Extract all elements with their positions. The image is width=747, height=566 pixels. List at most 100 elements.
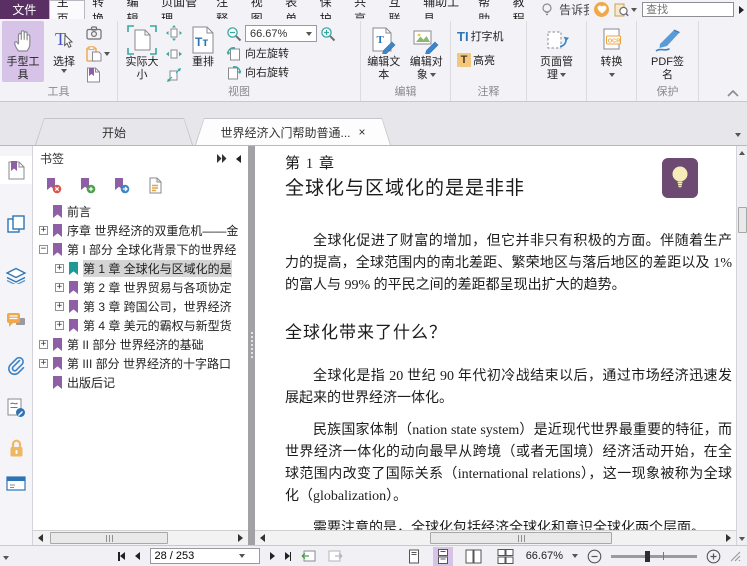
rotate-right-button[interactable]: 向右旋转 [226, 64, 336, 80]
expander-icon[interactable]: + [39, 359, 48, 368]
bookmark-item-part2[interactable]: + 第 II 部分 世界经济的基础 [39, 335, 248, 354]
expand-panel-icon[interactable] [216, 154, 228, 163]
next-view-icon[interactable] [327, 549, 343, 563]
expander-icon[interactable]: + [39, 340, 48, 349]
menu-tab-convert[interactable]: 转换 [85, 0, 120, 26]
layout-single-page-button[interactable] [404, 547, 424, 566]
bookmark-item-chapter3[interactable]: + 第 3 章 跨国公司，世界经济 [55, 297, 248, 316]
delete-bookmark-icon[interactable] [45, 177, 62, 194]
tab-document[interactable]: 世界经济入门帮助普通... × [195, 118, 391, 145]
expander-icon[interactable]: + [55, 283, 64, 292]
panel-destinations-button[interactable] [0, 472, 32, 496]
fit-width-button[interactable] [166, 45, 182, 63]
page-management-button[interactable]: 页面管理 [531, 21, 583, 82]
scroll-up-icon[interactable] [737, 146, 747, 159]
select-tool-button[interactable]: T 选择 [44, 21, 84, 73]
statusbar-zoom-value[interactable]: 66.67% [526, 550, 563, 562]
scroll-left-icon[interactable] [33, 531, 48, 545]
first-page-button[interactable] [118, 550, 125, 562]
last-page-button[interactable] [284, 550, 291, 562]
bookmark-item-chapter1[interactable]: + 第 1 章 全球化与区域化的是 [55, 259, 248, 278]
expander-icon[interactable]: − [39, 245, 48, 254]
typewriter-button[interactable]: TI 打字机 [457, 27, 504, 45]
document-vscrollbar[interactable] [736, 146, 747, 545]
menubar-overflow-icon[interactable] [739, 5, 745, 14]
bookmarks-hscrollbar[interactable] [33, 530, 248, 545]
tell-me-label[interactable]: 告诉我 [559, 1, 589, 18]
fit-visible-button[interactable] [166, 66, 182, 84]
pdf-sign-button[interactable]: PDF签名 [644, 21, 692, 82]
expand-bookmarks-icon[interactable] [147, 177, 163, 194]
panel-attachments-button[interactable] [0, 352, 32, 380]
collapse-panel-icon[interactable] [236, 154, 241, 163]
find-input[interactable] [642, 2, 735, 17]
panel-splitter[interactable] [248, 146, 255, 545]
menu-tab-connect[interactable]: 互联 [382, 0, 417, 26]
expander-icon[interactable]: + [55, 264, 64, 273]
hand-tool-button[interactable]: 手型工具 [2, 21, 44, 82]
panel-security-button[interactable] [0, 434, 32, 462]
menu-tab-tutorial[interactable]: 教程 [506, 0, 541, 26]
clipboard-button[interactable] [86, 45, 110, 63]
bookmark-item-chapter2[interactable]: + 第 2 章 世界贸易与各项协定 [55, 278, 248, 297]
panel-bookmarks-button[interactable] [0, 156, 32, 184]
tab-close-icon[interactable]: × [359, 126, 366, 138]
document-hscrollbar[interactable] [255, 530, 736, 545]
pdf-page[interactable]: 第 1 章 全球化与区域化的是是非非 全球化促进了财富的增加，但它并非只有积极的… [255, 146, 736, 530]
menu-tab-accessibility[interactable]: 辅助工具 [416, 0, 471, 26]
bookmark-page-button[interactable] [86, 66, 110, 84]
highlight-button[interactable]: T 高亮 [457, 51, 495, 69]
page-number-input[interactable] [150, 550, 239, 562]
caret-down-icon[interactable] [572, 554, 578, 558]
scrollbar-thumb[interactable] [50, 532, 168, 544]
bookmark-item-prologue[interactable]: + 序章 世界经济的双重危机——金 [39, 221, 248, 240]
expander-icon[interactable]: + [55, 302, 64, 311]
bookmark-item-part3[interactable]: + 第 III 部分 世界经济的十字路口 [39, 354, 248, 373]
zoom-in-button[interactable] [706, 549, 721, 564]
menu-tab-home[interactable]: 主页 [48, 0, 86, 26]
next-page-button[interactable] [269, 550, 275, 562]
tab-list-caret-icon[interactable] [735, 133, 741, 137]
scroll-right-icon[interactable] [721, 531, 736, 545]
tab-start[interactable]: 开始 [35, 118, 193, 145]
resize-grip-icon[interactable] [730, 551, 741, 562]
expander-icon[interactable]: + [39, 226, 48, 235]
bookmark-item-chapter4[interactable]: + 第 4 章 美元的霸权与新型货 [55, 316, 248, 335]
panel-layers-button[interactable] [0, 262, 32, 288]
zoom-out-icon[interactable] [226, 26, 242, 42]
edit-text-button[interactable]: T 编辑文本 [363, 21, 405, 82]
prev-page-button[interactable] [134, 550, 140, 562]
expander-icon[interactable]: + [55, 321, 64, 330]
page-number-box[interactable] [149, 548, 260, 564]
menu-tab-share[interactable]: 共享 [347, 0, 382, 26]
add-bookmark-icon[interactable] [79, 177, 96, 194]
zoom-level-combobox[interactable]: 66.67% [245, 25, 317, 42]
previous-view-icon[interactable] [301, 549, 317, 563]
tell-me-lightbulb-icon[interactable] [540, 2, 554, 17]
menu-tab-organize[interactable]: 页面管理 [154, 0, 209, 26]
bookmark-item-postscript[interactable]: 出版后记 [39, 373, 248, 392]
zoom-out-button[interactable] [587, 549, 602, 564]
menu-tab-help[interactable]: 帮助 [471, 0, 506, 26]
bookmark-item-part1[interactable]: − 第 I 部分 全球化背景下的世界经 [39, 240, 248, 259]
panel-signatures-button[interactable] [0, 394, 32, 422]
menu-tab-view[interactable]: 视图 [244, 0, 279, 26]
scroll-left-icon[interactable] [255, 531, 270, 545]
convert-button[interactable]: OCR 转换 [590, 21, 634, 82]
goto-bookmark-icon[interactable] [113, 177, 130, 194]
zoom-slider[interactable] [611, 550, 697, 562]
statusbar-panel-toggle-icon[interactable] [3, 556, 9, 560]
panel-comments-button[interactable] [0, 308, 32, 334]
zoom-in-icon[interactable] [320, 26, 336, 42]
layout-facing-continuous-button[interactable] [494, 547, 517, 566]
menu-tab-edit[interactable]: 编辑 [120, 0, 155, 26]
bookmark-item-preface[interactable]: 前言 [39, 202, 248, 221]
scrollbar-thumb[interactable] [430, 532, 612, 544]
edit-object-button[interactable]: 编辑对象 [405, 21, 448, 82]
menu-tab-comment[interactable]: 注释 [209, 0, 244, 26]
zoom-slider-thumb[interactable] [645, 550, 650, 562]
reflow-button[interactable]: Tт 重排 [184, 21, 222, 69]
layout-facing-button[interactable] [462, 547, 485, 566]
menu-tab-protect[interactable]: 保护 [313, 0, 348, 26]
rotate-left-button[interactable]: 向左旋转 [226, 45, 336, 61]
